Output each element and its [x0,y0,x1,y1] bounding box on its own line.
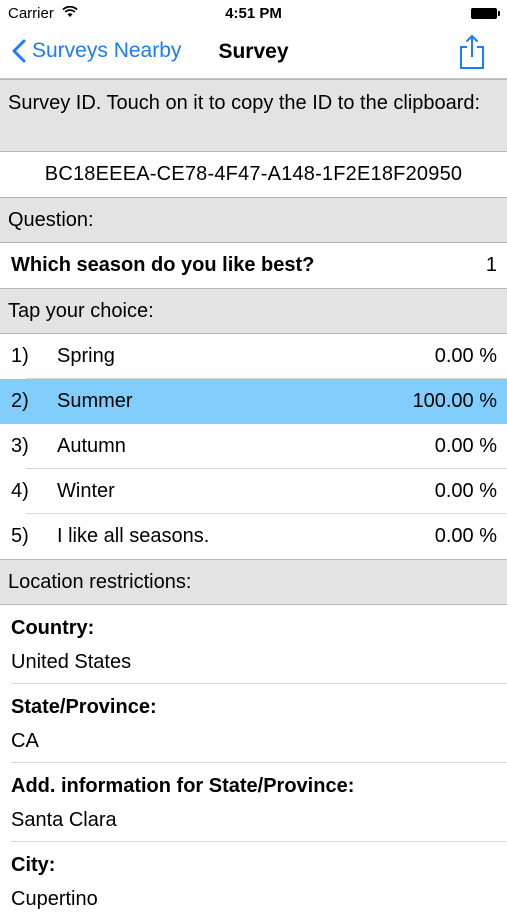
choice-number: 5) [11,525,29,547]
choice-row-summer[interactable]: 2) Summer 100.00 % [0,379,507,424]
choice-percent: 0.00 % [434,525,497,547]
location-value: CA [11,730,39,752]
share-button[interactable] [459,34,485,75]
choice-label: Autumn [57,435,126,457]
choice-label: I like all seasons. [57,525,210,547]
choice-number: 3) [11,435,29,457]
page-title: Survey [218,40,289,63]
share-icon [460,34,484,69]
choice-label: Summer [57,390,133,412]
choice-row-spring[interactable]: 1) Spring 0.00 % [0,334,507,379]
location-state: State/Province: CA [0,684,507,763]
location-key: Country: [11,617,95,639]
choice-percent: 100.00 % [412,390,497,412]
choice-label: Winter [57,480,115,502]
question-row: Which season do you like best? 1 [0,243,507,288]
location-value: Cupertino [11,888,98,910]
battery-icon [471,8,500,19]
location-value: Santa Clara [11,809,117,831]
survey-id-header: Survey ID. Touch on it to copy the ID to… [0,79,507,152]
location-key: State/Province: [11,696,157,718]
choice-percent: 0.00 % [434,480,497,502]
clock: 4:51 PM [225,5,282,22]
choice-percent: 0.00 % [434,345,497,367]
location-key: City: [11,854,56,876]
question-header: Question: [0,197,507,243]
location-value: United States [11,651,132,673]
choice-label: Spring [57,345,115,367]
choice-row-winter[interactable]: 4) Winter 0.00 % [0,469,507,514]
survey-id-value[interactable]: BC18EEEA-CE78-4F47-A148-1F2E18F20950 [0,152,507,197]
question-text: Which season do you like best? [11,254,315,276]
navigation-bar: Surveys Nearby Survey [0,28,507,79]
choice-row-all-seasons[interactable]: 5) I like all seasons. 0.00 % [0,514,507,559]
choice-number: 4) [11,480,29,502]
location-city: City: Cupertino [0,842,507,921]
choice-header: Tap your choice: [0,288,507,334]
choice-percent: 0.00 % [434,435,497,457]
location-country: Country: United States [0,605,507,684]
location-key: Add. information for State/Province: [11,775,355,797]
status-bar: Carrier 4:51 PM [0,0,507,28]
response-count: 1 [485,254,497,276]
location-header: Location restrictions: [0,559,507,605]
choice-number: 2) [11,390,29,412]
choice-row-autumn[interactable]: 3) Autumn 0.00 % [0,424,507,469]
choice-number: 1) [11,345,29,367]
location-state-info: Add. information for State/Province: San… [0,763,507,842]
